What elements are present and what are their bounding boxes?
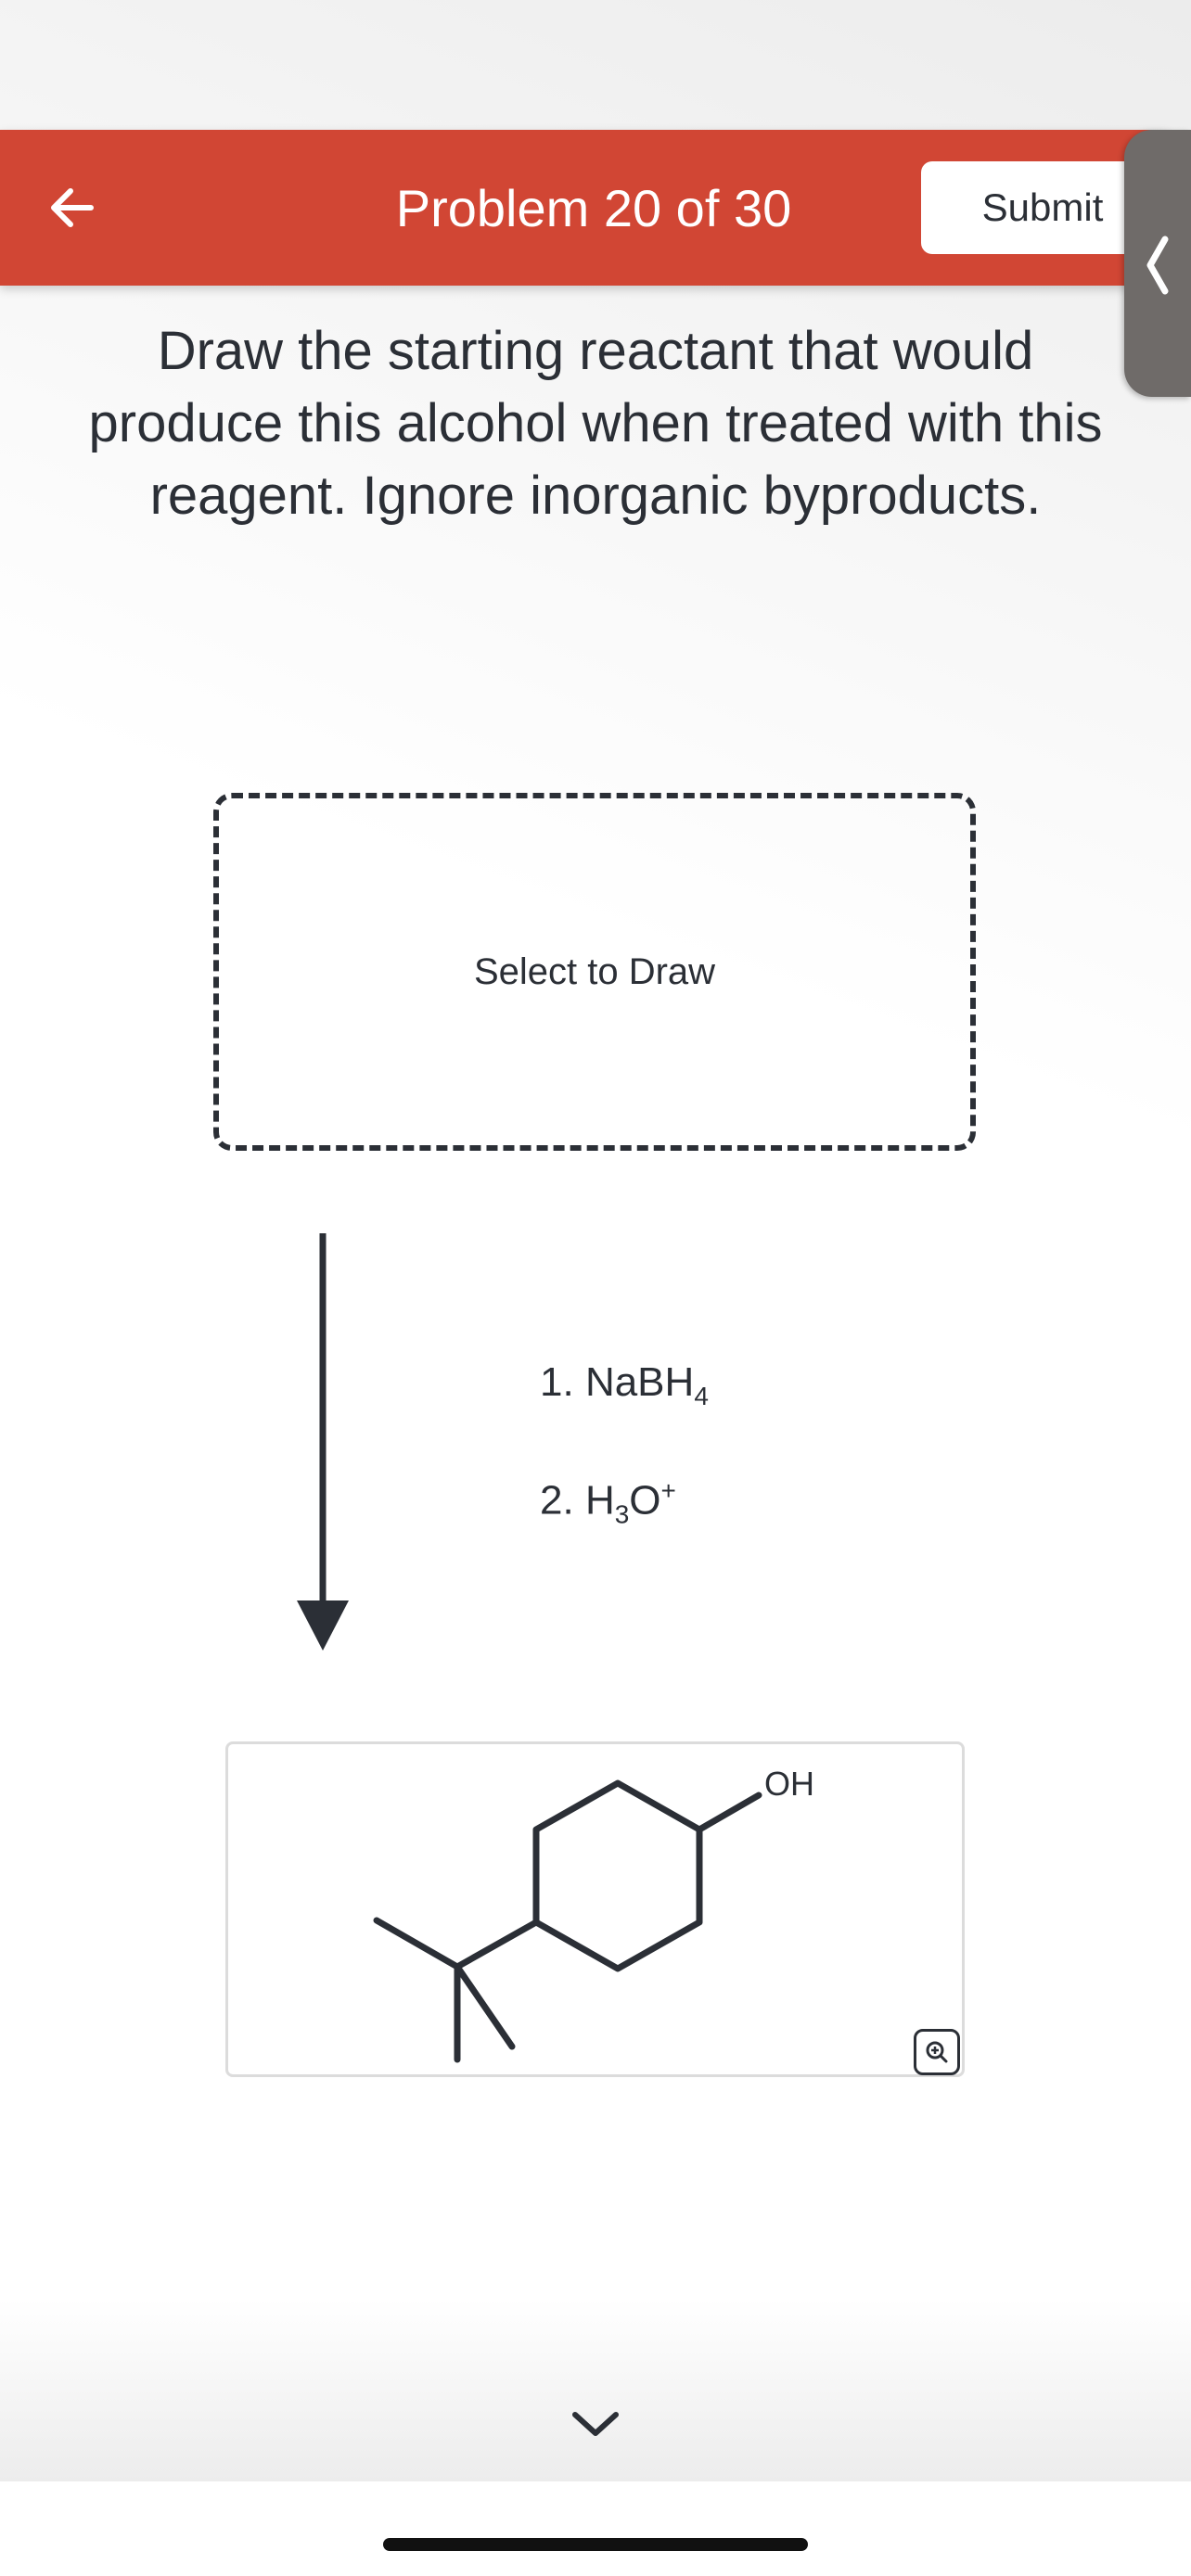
chevron-down-icon[interactable] [568, 2405, 623, 2442]
draw-area[interactable]: Select to Draw [213, 793, 976, 1151]
draw-area-label: Select to Draw [473, 950, 716, 992]
bottom-strip [0, 2481, 1191, 2576]
page-title: Problem 20 of 30 [395, 178, 792, 237]
molecule-drawing [373, 1779, 762, 2063]
bottom-fade [0, 2300, 1191, 2483]
zoom-button[interactable] [914, 2029, 960, 2075]
product-structure: OH [225, 1741, 965, 2077]
zoom-in-icon [926, 2041, 948, 2063]
reagent-step-2: 2. H3O+ [540, 1476, 676, 1529]
back-button[interactable] [45, 180, 109, 236]
arrow-left-icon [51, 188, 94, 227]
home-indicator[interactable] [383, 2538, 808, 2551]
side-panel-tab[interactable] [1124, 130, 1191, 397]
oh-label: OH [764, 1765, 814, 1803]
header-bar: Problem 20 of 30 Submit [0, 130, 1169, 286]
question-text: Draw the starting reactant that would pr… [88, 321, 1103, 526]
chevron-left-icon [1146, 236, 1169, 295]
reagent-step-1: 1. NaBH4 [540, 1359, 709, 1410]
reaction-arrow [297, 1233, 349, 1651]
